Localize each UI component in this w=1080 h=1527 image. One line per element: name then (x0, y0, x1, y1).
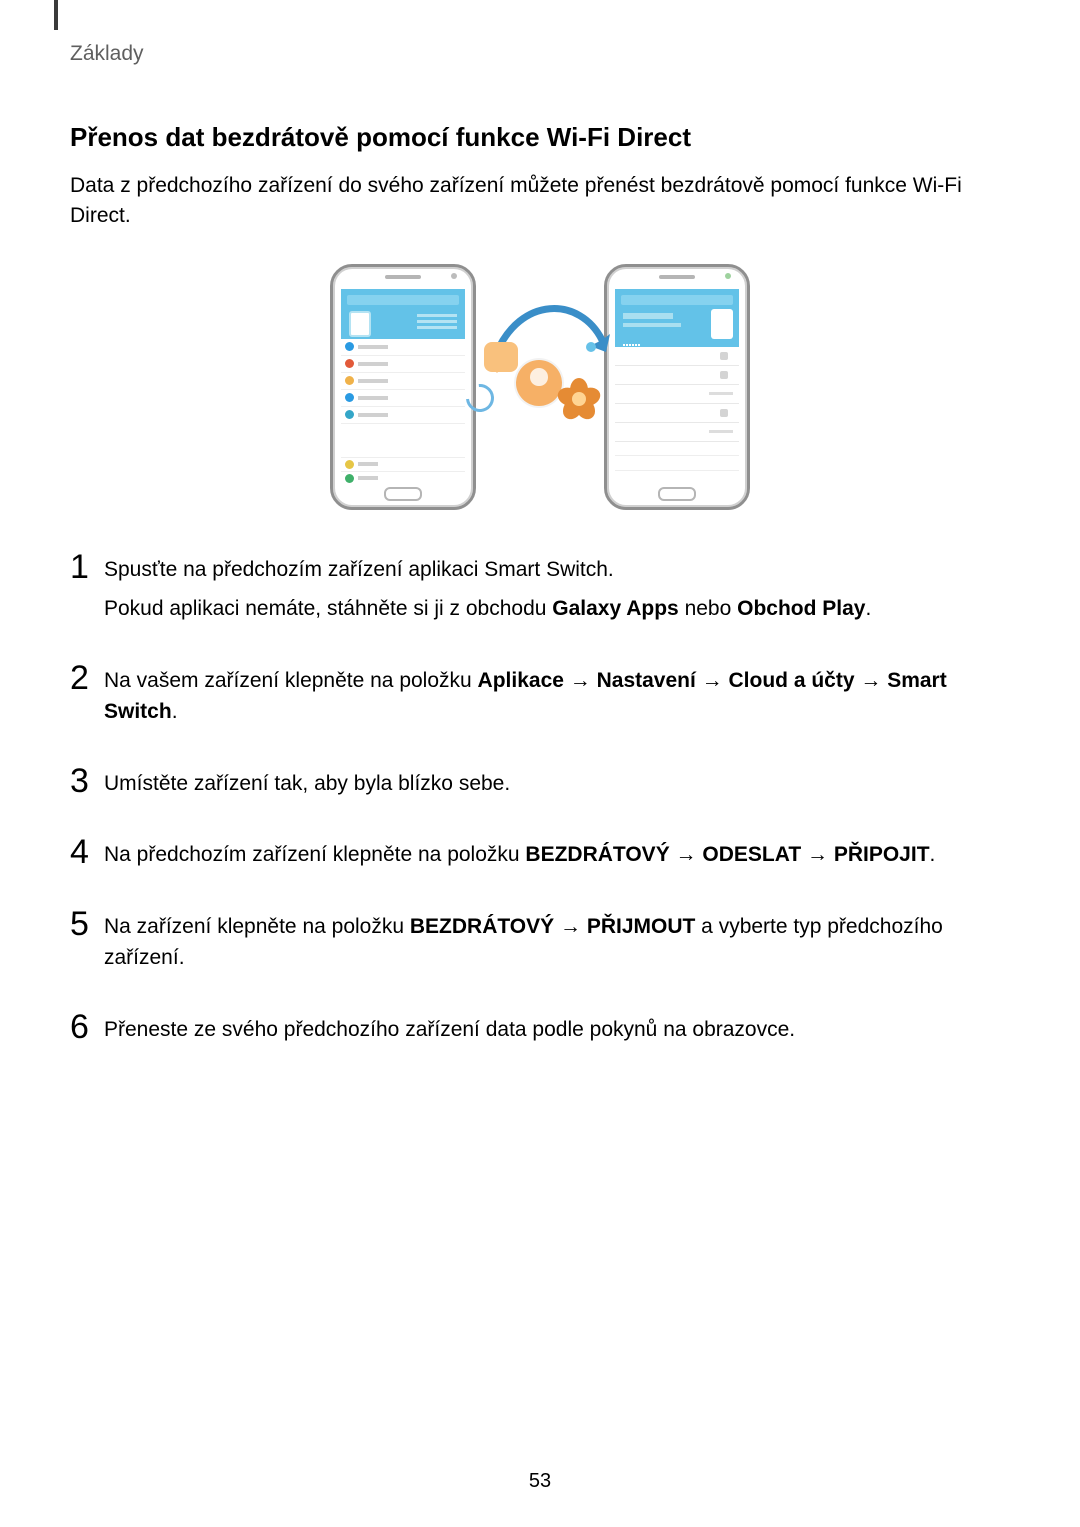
step-text: Pokud aplikaci nemáte, stáhněte si ji z … (104, 593, 1010, 625)
step-3: 3 Umístěte zařízení tak, aby byla blízko… (70, 764, 1010, 808)
step-body: Spusťte na předchozím zařízení aplikaci … (104, 550, 1010, 633)
step-number: 4 (70, 835, 104, 869)
content-cluster-icon (480, 340, 600, 420)
step-text: Umístěte zařízení tak, aby byla blízko s… (104, 768, 1010, 800)
step-text: Spusťte na předchozím zařízení aplikaci … (104, 554, 1010, 586)
step-number: 2 (70, 661, 104, 695)
page-number: 53 (0, 1470, 1080, 1493)
page-title: Přenos dat bezdrátově pomocí funkce Wi-F… (70, 122, 1010, 153)
steps-list: 1 Spusťte na předchozím zařízení aplikac… (70, 550, 1010, 1054)
intro-paragraph: Data z předchozího zařízení do svého zař… (70, 171, 1010, 232)
step-1: 1 Spusťte na předchozím zařízení aplikac… (70, 550, 1010, 633)
step-number: 6 (70, 1010, 104, 1044)
header-mark (54, 0, 58, 30)
step-4: 4 Na předchozím zařízení klepněte na pol… (70, 835, 1010, 879)
step-body: Přeneste ze svého předchozího zařízení d… (104, 1010, 1010, 1054)
step-number: 3 (70, 764, 104, 798)
manual-page: Základy Přenos dat bezdrátově pomocí fun… (0, 0, 1080, 1527)
transfer-illustration (330, 260, 750, 510)
step-number: 5 (70, 907, 104, 941)
step-body: Na zařízení klepněte na položku BEZDRÁTO… (104, 907, 1010, 982)
step-text: Na předchozím zařízení klepněte na polož… (104, 839, 1010, 871)
step-body: Na vašem zařízení klepněte na položku Ap… (104, 661, 1010, 736)
transfer-arrow-icon (480, 290, 600, 440)
message-bubble-icon (484, 342, 518, 372)
phone-left-icon (330, 264, 476, 510)
section-label: Základy (70, 42, 1010, 66)
step-6: 6 Přeneste ze svého předchozího zařízení… (70, 1010, 1010, 1054)
step-number: 1 (70, 550, 104, 584)
phone-right-icon (604, 264, 750, 510)
illustration-wrap (70, 260, 1010, 510)
avatar-icon (516, 360, 562, 406)
step-text: Na zařízení klepněte na položku BEZDRÁTO… (104, 911, 1010, 974)
step-5: 5 Na zařízení klepněte na položku BEZDRÁ… (70, 907, 1010, 982)
flower-icon (558, 378, 600, 420)
step-text: Na vašem zařízení klepněte na položku Ap… (104, 665, 1010, 728)
step-body: Na předchozím zařízení klepněte na polož… (104, 835, 1010, 879)
step-body: Umístěte zařízení tak, aby byla blízko s… (104, 764, 1010, 808)
step-2: 2 Na vašem zařízení klepněte na položku … (70, 661, 1010, 736)
step-text: Přeneste ze svého předchozího zařízení d… (104, 1014, 1010, 1046)
